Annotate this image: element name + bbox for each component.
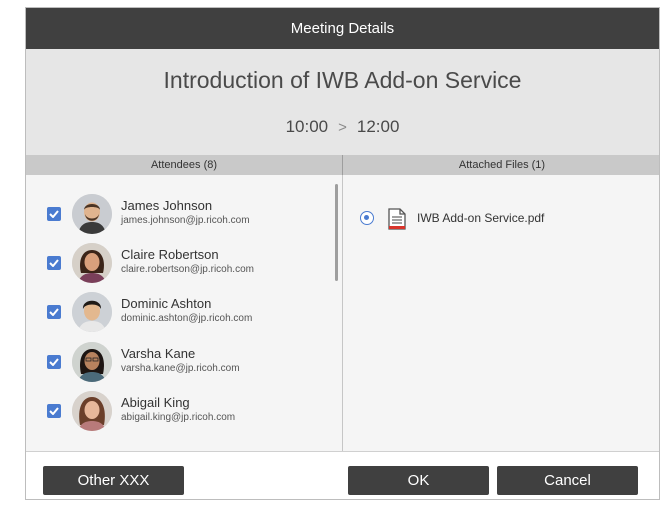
file-radio-button[interactable] bbox=[360, 211, 374, 225]
dialog-footer: Other XXX OK Cancel bbox=[26, 451, 659, 499]
attendee-item[interactable]: Abigail King abigail.king@jp.ricoh.com bbox=[26, 391, 326, 437]
meeting-title: Introduction of IWB Add-on Service bbox=[163, 67, 522, 93]
checkmark-icon bbox=[49, 210, 59, 218]
person-avatar-icon bbox=[72, 292, 112, 332]
checkmark-icon bbox=[49, 308, 59, 316]
ok-button[interactable]: OK bbox=[348, 466, 489, 495]
meeting-details-dialog: Meeting Details Introduction of IWB Add-… bbox=[25, 7, 660, 500]
avatar bbox=[72, 342, 112, 382]
attendee-item[interactable]: Varsha Kane varsha.kane@jp.ricoh.com bbox=[26, 342, 326, 388]
attendee-name: Abigail King bbox=[121, 395, 190, 410]
avatar bbox=[72, 194, 112, 234]
person-avatar-icon bbox=[72, 342, 112, 382]
attendee-checkbox[interactable] bbox=[47, 305, 61, 319]
attendee-checkbox[interactable] bbox=[47, 256, 61, 270]
document-icon bbox=[387, 208, 407, 230]
attendees-scrollbar[interactable] bbox=[335, 184, 338, 281]
content-panes: James Johnson james.johnson@jp.ricoh.com… bbox=[26, 175, 659, 451]
cancel-button[interactable]: Cancel bbox=[497, 466, 638, 495]
attendee-name: Varsha Kane bbox=[121, 346, 196, 361]
attendee-email: abigail.king@jp.ricoh.com bbox=[121, 412, 236, 423]
dialog-title: Meeting Details bbox=[290, 20, 395, 37]
attendee-email: dominic.ashton@jp.ricoh.com bbox=[121, 313, 253, 324]
attendee-checkbox[interactable] bbox=[47, 207, 61, 221]
attendee-item[interactable]: James Johnson james.johnson@jp.ricoh.com bbox=[26, 194, 326, 240]
person-avatar-icon bbox=[72, 243, 112, 283]
attached-file-name: IWB Add-on Service.pdf bbox=[417, 211, 545, 225]
dialog-title-bar: Meeting Details bbox=[26, 8, 659, 49]
attendees-header: Attendees (8) bbox=[150, 159, 218, 171]
attendee-name: James Johnson bbox=[121, 198, 213, 213]
attendee-email: varsha.kane@jp.ricoh.com bbox=[121, 363, 240, 374]
avatar bbox=[72, 391, 112, 431]
avatar bbox=[72, 292, 112, 332]
other-button[interactable]: Other XXX bbox=[43, 466, 184, 495]
attached-file-item[interactable]: IWB Add-on Service.pdf bbox=[360, 208, 640, 230]
person-avatar-icon bbox=[72, 194, 112, 234]
avatar bbox=[72, 243, 112, 283]
attendee-checkbox[interactable] bbox=[47, 355, 61, 369]
attendee-email: claire.robertson@jp.ricoh.com bbox=[121, 264, 254, 275]
end-time: 12:00 bbox=[356, 117, 400, 136]
attendee-email: james.johnson@jp.ricoh.com bbox=[121, 215, 250, 226]
checkmark-icon bbox=[49, 259, 59, 267]
person-avatar-icon bbox=[72, 391, 112, 431]
pane-divider bbox=[342, 175, 343, 451]
checkmark-icon bbox=[49, 407, 59, 415]
attendee-item[interactable]: Dominic Ashton dominic.ashton@jp.ricoh.c… bbox=[26, 292, 326, 338]
column-headers: Attendees (8) Attached Files (1) bbox=[26, 155, 659, 175]
time-separator-icon: > bbox=[338, 119, 347, 136]
attendee-item[interactable]: Claire Robertson claire.robertson@jp.ric… bbox=[26, 243, 326, 289]
attendee-checkbox[interactable] bbox=[47, 404, 61, 418]
checkmark-icon bbox=[49, 358, 59, 366]
meeting-time: 10:00 >12:00 bbox=[26, 117, 659, 137]
attendee-name: Dominic Ashton bbox=[121, 296, 212, 311]
meeting-header: Introduction of IWB Add-on Service 10:00… bbox=[26, 49, 659, 155]
attendee-name: Claire Robertson bbox=[121, 247, 219, 262]
attached-files-header: Attached Files (1) bbox=[458, 159, 546, 171]
start-time: 10:00 bbox=[285, 117, 329, 136]
